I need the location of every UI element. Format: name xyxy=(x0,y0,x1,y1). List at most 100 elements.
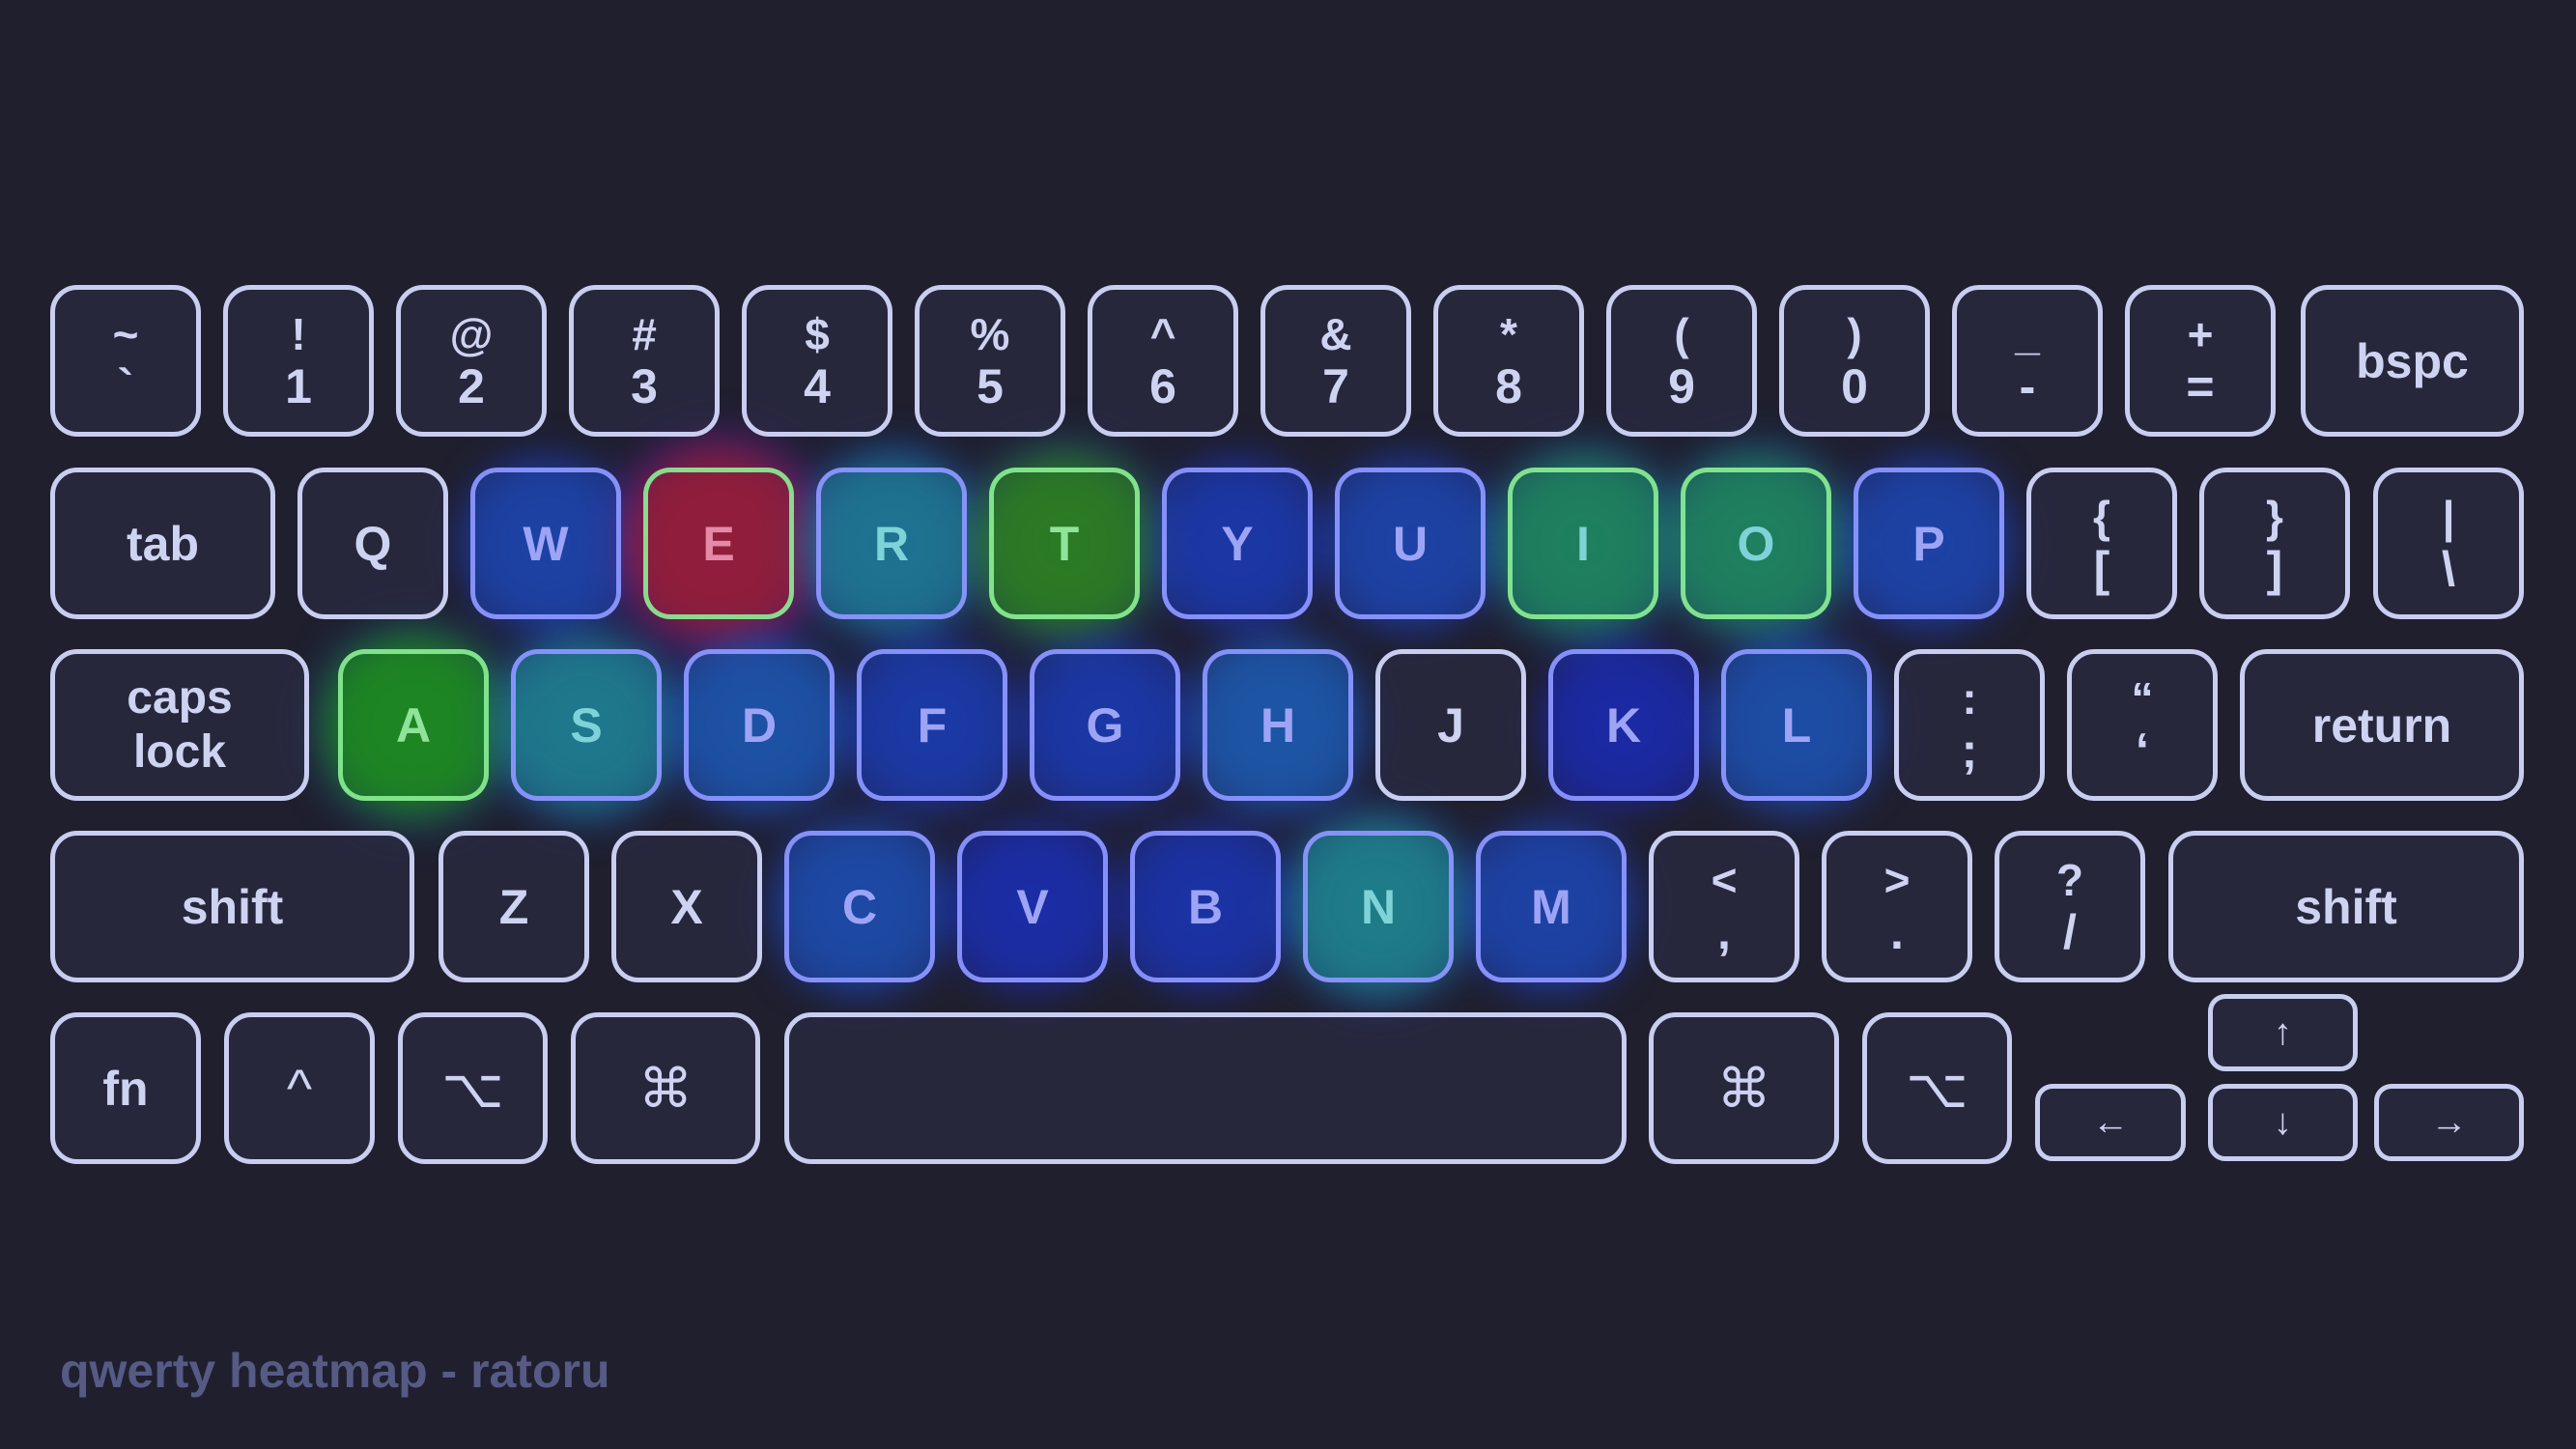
key-up[interactable]: ↑ xyxy=(2208,994,2358,1071)
key-m[interactable]: M xyxy=(1476,831,1627,982)
key-minus[interactable]: _ - xyxy=(1952,285,2103,437)
key-e[interactable]: E xyxy=(643,468,794,619)
key-rshift[interactable]: shift xyxy=(2168,831,2524,982)
key-x[interactable]: X xyxy=(611,831,762,982)
key-shift-legend: | xyxy=(2442,491,2455,542)
key-period[interactable]: >. xyxy=(1822,831,1972,982)
key-l[interactable]: L xyxy=(1721,649,1872,801)
key-legend: ] xyxy=(2266,541,2283,596)
key-quote[interactable]: “‘ xyxy=(2067,649,2218,801)
key-h[interactable]: H xyxy=(1203,649,1353,801)
key-legend: 5 xyxy=(977,358,1004,413)
key-6[interactable]: ^ 6 xyxy=(1088,285,1238,437)
key-legend: D xyxy=(741,697,778,753)
key-9[interactable]: (9 xyxy=(1606,285,1757,437)
key-legend: I xyxy=(1576,516,1590,571)
key-legend: ` xyxy=(117,358,134,413)
key-legend: T xyxy=(1049,516,1080,571)
key-5[interactable]: % 5 xyxy=(915,285,1065,437)
key-legend: ↑ xyxy=(2274,1012,2292,1053)
key-r[interactable]: R xyxy=(816,468,967,619)
key-0[interactable]: ) 0 xyxy=(1779,285,1930,437)
keyboard: ~ `! 1 @2 #3 $4% 5 ^ 6 & 7 * 8(9) 0 _ - + = bspc tab Q W E R T Y U… xyxy=(0,0,2576,1449)
key-c[interactable]: C xyxy=(784,831,935,982)
key-lshift[interactable]: shift xyxy=(50,831,414,982)
key-v[interactable]: V xyxy=(957,831,1108,982)
key-legend: N xyxy=(1360,879,1397,934)
key-3[interactable]: #3 xyxy=(569,285,720,437)
key-rcmd[interactable]: ⌘ xyxy=(1649,1012,1839,1164)
key-lopt[interactable]: ⌥ xyxy=(398,1012,548,1164)
key-slash[interactable]: ? / xyxy=(1995,831,2145,982)
key-legend: 3 xyxy=(631,358,658,413)
key-legend: E xyxy=(702,516,735,571)
key-legend: ⌥ xyxy=(441,1057,504,1119)
key-fn[interactable]: fn xyxy=(50,1012,201,1164)
key-down[interactable]: ↓ xyxy=(2208,1084,2358,1161)
key-p[interactable]: P xyxy=(1854,468,2004,619)
key-ropt[interactable]: ⌥ xyxy=(1862,1012,2012,1164)
key-backslash[interactable]: | \ xyxy=(2373,468,2524,619)
key-comma[interactable]: <, xyxy=(1649,831,1799,982)
key-j[interactable]: J xyxy=(1375,649,1526,801)
key-q[interactable]: Q xyxy=(297,468,448,619)
key-legend: H xyxy=(1260,697,1296,753)
key-4[interactable]: $4 xyxy=(742,285,892,437)
key-legend: U xyxy=(1392,516,1429,571)
key-g[interactable]: G xyxy=(1030,649,1180,801)
key-n[interactable]: N xyxy=(1303,831,1454,982)
key-return[interactable]: return xyxy=(2240,649,2524,801)
key-left[interactable]: ← xyxy=(2035,1084,2186,1161)
key-lctrl[interactable]: ^ xyxy=(224,1012,375,1164)
key-semicolon[interactable]: :; xyxy=(1894,649,2045,801)
key-legend: = xyxy=(2186,358,2215,413)
key-tab[interactable]: tab xyxy=(50,468,275,619)
key-1[interactable]: ! 1 xyxy=(223,285,374,437)
key-t[interactable]: T xyxy=(989,468,1140,619)
key-legend: V xyxy=(1016,879,1049,934)
key-u[interactable]: U xyxy=(1335,468,1486,619)
key-capslock[interactable]: caps lock xyxy=(50,649,309,801)
key-lcmd[interactable]: ⌘ xyxy=(571,1012,760,1164)
key-legend: shift xyxy=(181,879,284,934)
key-legend: X xyxy=(670,879,703,934)
key-space[interactable] xyxy=(784,1012,1627,1164)
key-legend: 8 xyxy=(1495,358,1522,413)
footer-caption: qwerty heatmap - ratoru xyxy=(60,1344,610,1398)
key-shift-legend: ! xyxy=(291,308,306,359)
key-k[interactable]: K xyxy=(1548,649,1699,801)
key-legend: B xyxy=(1187,879,1224,934)
key-i[interactable]: I xyxy=(1508,468,1658,619)
key-s[interactable]: S xyxy=(511,649,662,801)
key-2[interactable]: @2 xyxy=(396,285,547,437)
key-a[interactable]: A xyxy=(338,649,489,801)
key-legend: - xyxy=(2019,358,2036,413)
key-shift-legend: _ xyxy=(2015,308,2040,359)
key-backspace[interactable]: bspc xyxy=(2301,285,2524,437)
key-shift-legend: # xyxy=(632,308,657,359)
key-z[interactable]: Z xyxy=(439,831,589,982)
key-legend: S xyxy=(570,697,603,753)
key-shift-legend: $ xyxy=(805,308,830,359)
key-legend: F xyxy=(917,697,948,753)
key-legend: ^ xyxy=(286,1057,313,1119)
key-rbracket[interactable]: }] xyxy=(2199,468,2350,619)
key-8[interactable]: * 8 xyxy=(1433,285,1584,437)
key-legend: / xyxy=(2063,904,2077,959)
key-backtick[interactable]: ~ ` xyxy=(50,285,201,437)
key-w[interactable]: W xyxy=(470,468,621,619)
key-y[interactable]: Y xyxy=(1162,468,1313,619)
key-legend: return xyxy=(2311,697,2452,753)
key-equals[interactable]: + = xyxy=(2125,285,2276,437)
key-legend: Q xyxy=(354,516,392,571)
key-b[interactable]: B xyxy=(1130,831,1281,982)
key-o[interactable]: O xyxy=(1681,468,1831,619)
key-d[interactable]: D xyxy=(684,649,835,801)
key-legend: 4 xyxy=(804,358,831,413)
key-shift-legend: > xyxy=(1883,854,1911,905)
key-f[interactable]: F xyxy=(857,649,1007,801)
key-7[interactable]: & 7 xyxy=(1260,285,1411,437)
key-legend: K xyxy=(1605,697,1642,753)
key-right[interactable]: → xyxy=(2374,1084,2524,1161)
key-lbracket[interactable]: {[ xyxy=(2026,468,2177,619)
